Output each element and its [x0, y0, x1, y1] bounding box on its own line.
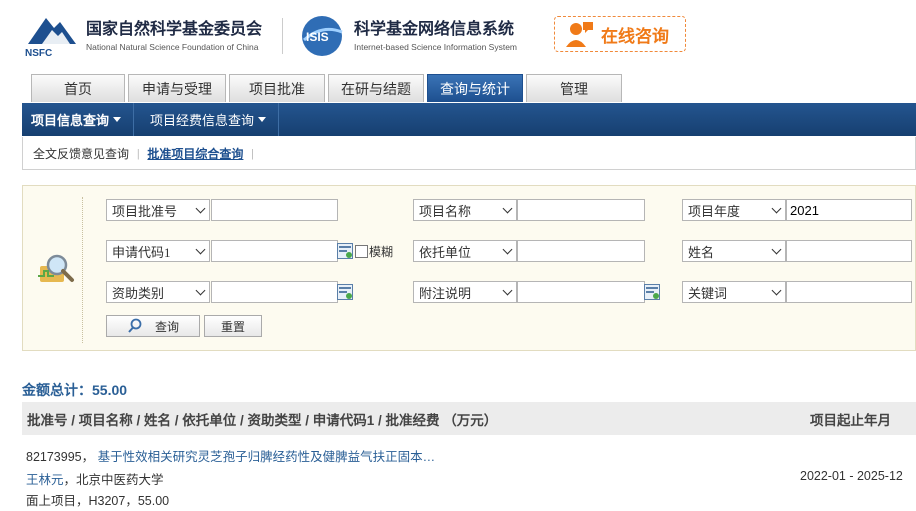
org-input[interactable] [517, 240, 645, 262]
chevron-down-icon [771, 203, 782, 214]
tab-research[interactable]: 在研与结题 [328, 74, 424, 102]
reset-button[interactable]: 重置 [204, 315, 262, 337]
isis-brand: ISIS 科学基金网络信息系统 Internet-based Science I… [298, 14, 517, 58]
query-button-label: 查询 [154, 319, 179, 334]
consult-person-icon [566, 22, 593, 47]
select-org-value: 依托单位 [419, 244, 472, 260]
search-icon [128, 318, 142, 333]
select-note-value: 附注说明 [419, 285, 472, 301]
sub-nav: 全文反馈意见查询 | 批准项目综合查询 | [22, 137, 916, 170]
panel-divider [82, 197, 83, 343]
select-keyword[interactable]: 关键词 [682, 281, 786, 303]
select-funding-type[interactable]: 资助类别 [106, 281, 210, 303]
person-link[interactable]: 王林元 [26, 473, 64, 487]
subnav-approved-project-query[interactable]: 批准项目综合查询 [147, 145, 243, 162]
reset-button-label: 重置 [220, 319, 245, 334]
caret-down-icon [258, 117, 267, 122]
select-funding-type-value: 资助类别 [112, 285, 165, 301]
nav-project-info-query[interactable]: 项目信息查询 [22, 103, 135, 136]
chevron-down-icon [502, 285, 513, 296]
tab-manage[interactable]: 管理 [526, 74, 622, 102]
note-input[interactable] [517, 281, 645, 303]
online-consult-button[interactable]: 在线咨询 [554, 16, 686, 52]
select-project-name[interactable]: 项目名称 [413, 199, 517, 221]
results-header: 批准号 / 项目名称 / 姓名 / 依托单位 / 资助类型 / 申请代码1 / … [22, 402, 916, 435]
subnav-feedback-query[interactable]: 全文反馈意见查询 [33, 145, 129, 162]
select-project-year-value: 项目年度 [688, 203, 741, 219]
nav-project-fund-label: 项目经费信息查询 [150, 113, 255, 128]
query-button[interactable]: 查询 [106, 315, 200, 337]
isis-title-cn: 科学基金网络信息系统 [354, 20, 515, 38]
select-keyword-value: 关键词 [688, 285, 728, 301]
caret-down-icon [113, 117, 122, 122]
project-period: 2022-01 - 2025-12 [800, 469, 903, 483]
org-text: ，北京中医药大学 [63, 473, 164, 487]
chevron-down-icon [195, 203, 206, 214]
nav-project-fund-query[interactable]: 项目经费信息查询 [134, 103, 280, 136]
project-year-input[interactable] [786, 199, 912, 221]
funding-type-input[interactable] [211, 281, 338, 303]
code-picker-icon[interactable] [337, 243, 353, 259]
chevron-down-icon [502, 203, 513, 214]
results-header-period: 项目起止年月 [810, 412, 891, 428]
note-picker-icon[interactable] [644, 284, 660, 300]
secondary-nav: 项目信息查询 项目经费信息查询 [22, 103, 916, 136]
funding-picker-icon[interactable] [337, 284, 353, 300]
select-project-name-value: 项目名称 [419, 203, 472, 219]
select-project-number-value: 项目批准号 [112, 203, 178, 219]
nsfc-title-cn: 国家自然科学基金委员会 [86, 20, 263, 38]
chevron-down-icon [195, 244, 206, 255]
project-meta: 面上项目，H3207，55.00 [26, 494, 170, 508]
main-tabs: 首页 申请与受理 项目批准 在研与结题 查询与统计 管理 [31, 74, 625, 103]
nsfc-title-en: National Natural Science Foundation of C… [86, 41, 259, 52]
nav-project-info-label: 项目信息查询 [31, 113, 110, 128]
isis-title-en: Internet-based Science Information Syste… [354, 41, 517, 52]
select-org[interactable]: 依托单位 [413, 240, 517, 262]
select-project-year[interactable]: 项目年度 [682, 199, 786, 221]
table-row-person: 王林元，北京中医药大学 [26, 469, 164, 488]
table-row: 82173995， 基于性效相关研究灵芝孢子归脾经药性及健脾益气扶正固本… [26, 446, 435, 465]
chevron-down-icon [771, 244, 782, 255]
chevron-down-icon [771, 285, 782, 296]
nsfc-brand: NSFC 国家自然科学基金委员会 National Natural Scienc… [22, 14, 262, 58]
tab-apply[interactable]: 申请与受理 [128, 74, 226, 102]
apply-code-input[interactable] [211, 240, 338, 262]
select-apply-code-value: 申请代码1 [112, 244, 171, 260]
fuzzy-option[interactable]: 模糊 [355, 243, 393, 260]
consult-label: 在线咨询 [601, 26, 669, 46]
tab-query-stats[interactable]: 查询与统计 [427, 74, 523, 102]
name-input[interactable] [786, 240, 912, 262]
select-note[interactable]: 附注说明 [413, 281, 517, 303]
total-amount: 金额总计：55.00 [22, 382, 128, 398]
chevron-down-icon [502, 244, 513, 255]
tab-home[interactable]: 首页 [31, 74, 125, 102]
header-divider [282, 18, 283, 54]
project-name-input[interactable] [517, 199, 645, 221]
tab-approve[interactable]: 项目批准 [229, 74, 325, 102]
select-name[interactable]: 姓名 [682, 240, 786, 262]
nsfc-logo-icon: NSFC [25, 18, 76, 58]
project-id: 82173995， [26, 450, 95, 464]
results-header-cols: 批准号 / 项目名称 / 姓名 / 依托单位 / 资助类型 / 申请代码1 / … [27, 412, 498, 428]
chevron-down-icon [195, 285, 206, 296]
project-title-link[interactable]: 基于性效相关研究灵芝孢子归脾经药性及健脾益气扶正固本… [98, 450, 436, 464]
subnav-separator: | [251, 145, 254, 160]
isis-logo-text: ISIS [306, 30, 329, 44]
subnav-separator: | [137, 145, 140, 160]
select-project-number[interactable]: 项目批准号 [106, 199, 210, 221]
nsfc-logo-text: NSFC [25, 48, 52, 58]
fuzzy-checkbox[interactable] [355, 245, 368, 258]
project-number-input[interactable] [211, 199, 338, 221]
keyword-input[interactable] [786, 281, 912, 303]
search-magnifier-icon [38, 254, 74, 282]
select-name-value: 姓名 [688, 244, 715, 260]
select-apply-code[interactable]: 申请代码1 [106, 240, 210, 262]
fuzzy-label: 模糊 [369, 245, 394, 259]
isis-logo-icon: ISIS [302, 16, 343, 56]
